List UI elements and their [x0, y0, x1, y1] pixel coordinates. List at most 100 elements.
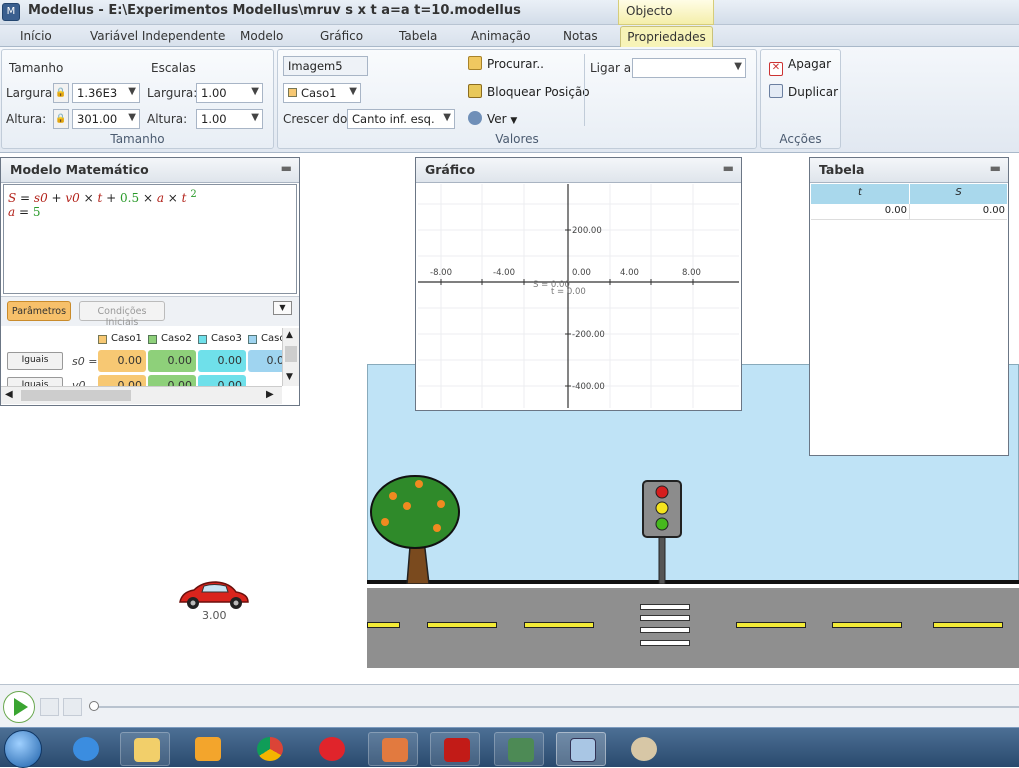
horizontal-scrollbar[interactable]: ◀ ▶ — [1, 386, 282, 404]
eq-op: × — [79, 191, 98, 205]
opera-icon[interactable] — [306, 732, 356, 766]
lock-icon[interactable]: 🔒 — [53, 109, 69, 129]
time-slider-thumb[interactable] — [89, 701, 99, 711]
start-orb-icon[interactable] — [4, 730, 42, 768]
param-cell[interactable]: 0.00 — [98, 375, 146, 386]
scroll-down-icon[interactable]: ▼ — [286, 372, 293, 382]
tab-modelo[interactable]: Modelo — [240, 29, 283, 43]
scroll-up-icon[interactable]: ▲ — [286, 330, 293, 340]
case-combo[interactable]: Caso1 ▼ — [283, 83, 361, 103]
system-monitor-icon[interactable] — [494, 732, 544, 766]
case-header: Caso2 — [161, 333, 192, 344]
ver-button[interactable]: Ver ▼ — [468, 111, 517, 126]
escalas-title: Escalas — [151, 61, 196, 75]
tab-grafico[interactable]: Gráfico — [320, 29, 363, 43]
graph-area[interactable]: -8.00 -4.00 0.00 4.00 8.00 200.00 -200.0… — [418, 184, 739, 408]
table-row[interactable]: 0.00 0.00 — [811, 204, 1007, 220]
tab-tabela[interactable]: Tabela — [399, 29, 437, 43]
table-column-header[interactable]: t — [811, 187, 909, 198]
tab-variavel-independente[interactable]: Variável Independente — [90, 29, 225, 43]
bloquear-posicao-button[interactable]: Bloquear Posição — [468, 84, 590, 99]
tab-inicio[interactable]: Início — [20, 29, 52, 43]
duplicar-label: Duplicar — [788, 85, 839, 99]
param-cell[interactable]: 0.00 — [148, 350, 196, 372]
param-cell[interactable]: 0.00 — [148, 375, 196, 386]
ligar-combo[interactable]: ▼ — [632, 58, 746, 78]
play-button[interactable] — [3, 691, 35, 723]
dropdown-arrow-icon[interactable]: ▼ — [273, 301, 292, 315]
taskbar — [0, 727, 1019, 768]
procurar-label: Procurar.. — [487, 57, 544, 71]
playback-bar — [0, 684, 1019, 727]
minimize-icon[interactable]: ▬ — [723, 161, 734, 175]
lane-dash — [524, 622, 594, 628]
procurar-button[interactable]: Procurar.. — [468, 56, 544, 71]
media-player-icon[interactable] — [182, 732, 232, 766]
scroll-thumb[interactable] — [285, 346, 297, 362]
equation-editor[interactable]: S = s0 + v0 × t + 0.5 × a × t 2 a = 5 — [3, 184, 297, 294]
file-explorer-icon[interactable] — [120, 732, 170, 766]
param-cell[interactable]: 0.00 — [198, 375, 246, 386]
object-name-field[interactable]: Imagem5 — [283, 56, 368, 76]
delete-icon: ✕ — [769, 62, 783, 76]
tab-animacao[interactable]: Animação — [471, 29, 530, 43]
step-forward-button[interactable] — [63, 698, 82, 716]
paint-icon[interactable] — [618, 732, 668, 766]
powerpoint-icon[interactable] — [368, 732, 418, 766]
iguais-button[interactable]: Iguais — [7, 377, 63, 386]
parametros-button[interactable]: Parâmetros — [7, 301, 71, 321]
chevron-down-icon: ▼ — [349, 86, 357, 97]
x-axis-label: t = 0.00 — [551, 287, 586, 297]
grafico-panel: Gráfico ▬ -8.00 -4.00 0.00 4.00 8.00 200.… — [415, 157, 742, 411]
lane-dash — [933, 622, 1003, 628]
chevron-down-icon: ▼ — [510, 116, 518, 126]
context-tab-objecto: Objecto — [618, 0, 714, 25]
car-icon[interactable] — [176, 580, 252, 610]
lock-icon[interactable]: 🔒 — [53, 83, 69, 103]
eq-exponent: 2 — [190, 189, 197, 200]
panel-title: Tabela — [819, 162, 865, 177]
tamanho-largura-combo[interactable]: 1.36E3 ▼ — [72, 83, 140, 103]
duplicar-button[interactable]: Duplicar — [769, 84, 838, 99]
escalas-altura-combo[interactable]: 1.00 ▼ — [196, 109, 263, 129]
table-column-header[interactable]: S — [910, 187, 1007, 198]
step-back-button[interactable] — [40, 698, 59, 716]
case-color-swatch — [148, 335, 157, 344]
minimize-icon[interactable]: ▬ — [990, 161, 1001, 175]
internet-explorer-icon[interactable] — [60, 732, 110, 766]
app-icon[interactable]: M — [2, 3, 20, 21]
tab-notas[interactable]: Notas — [563, 29, 598, 43]
tab-propriedades[interactable]: Propriedades — [620, 26, 713, 47]
param-cell[interactable]: 0.00 — [198, 350, 246, 372]
scroll-thumb[interactable] — [21, 390, 131, 401]
time-slider-track[interactable] — [94, 706, 1019, 708]
parameters-grid: Caso1 Caso2 Caso3 Caso4 Iguais s0 = 0.00… — [1, 328, 299, 386]
condicoes-iniciais-button[interactable]: Condições Iniciais — [79, 301, 165, 328]
chrome-icon[interactable] — [244, 732, 294, 766]
crescer-combo[interactable]: Canto inf. esq. ▼ — [347, 109, 455, 129]
group-label-accoes: Acções — [779, 132, 822, 146]
x-tick-label: 8.00 — [682, 268, 701, 278]
scroll-left-icon[interactable]: ◀ — [5, 389, 13, 400]
minimize-icon[interactable]: ▬ — [281, 161, 292, 175]
folder-icon — [468, 56, 482, 70]
equation-line: a = 5 — [8, 205, 292, 219]
modellus-icon[interactable] — [556, 732, 606, 766]
escalas-altura-label: Altura: — [147, 112, 188, 126]
eq-op: × — [163, 191, 182, 205]
play-icon — [14, 698, 28, 716]
param-cell[interactable]: 0.00 — [98, 350, 146, 372]
scroll-right-icon[interactable]: ▶ — [266, 389, 274, 400]
apagar-button[interactable]: ✕ Apagar — [769, 57, 831, 76]
crosswalk-stripe — [640, 615, 690, 621]
escalas-largura-combo[interactable]: 1.00 ▼ — [196, 83, 263, 103]
acrobat-icon[interactable] — [430, 732, 480, 766]
chevron-down-icon: ▼ — [128, 86, 136, 97]
crescer-label: Crescer do: — [283, 112, 352, 126]
vertical-scrollbar[interactable]: ▲ ▼ — [282, 328, 299, 386]
iguais-button[interactable]: Iguais — [7, 352, 63, 370]
panel-header: Gráfico ▬ — [416, 158, 741, 183]
tamanho-altura-combo[interactable]: 301.00 ▼ — [72, 109, 140, 129]
crosswalk-stripe — [640, 627, 690, 633]
case-color-swatch — [248, 335, 257, 344]
